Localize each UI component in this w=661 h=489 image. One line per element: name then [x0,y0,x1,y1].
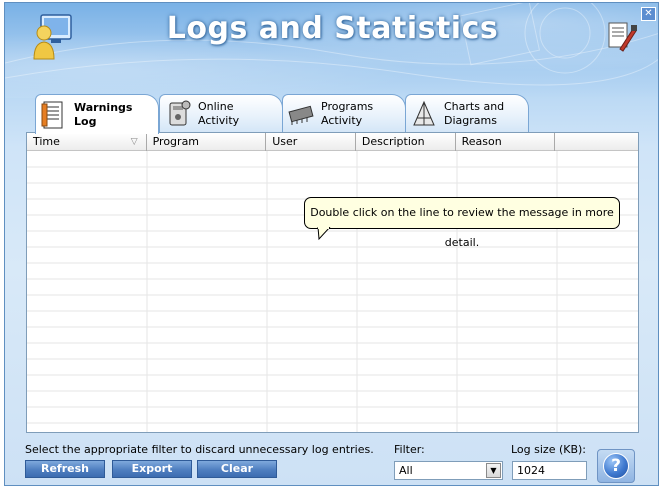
chevron-down-icon[interactable]: ▼ [486,463,501,478]
column-header-program[interactable]: Program [147,133,267,151]
logs-statistics-window: Logs and Statistics ✕ Warnings Log Onlin… [4,2,659,486]
tab-online-activity[interactable]: Online Activity [159,94,283,132]
warnings-log-icon [41,101,63,128]
tab-label: Warnings Log [74,100,133,128]
log-settings-icon [608,22,637,52]
export-button[interactable]: Export [112,460,192,478]
filter-hint-text: Select the appropriate filter to discard… [25,443,374,456]
help-icon: ? [603,453,629,479]
sort-indicator-icon: ▽ [130,137,138,147]
filter-label: Filter: [394,443,425,456]
hint-tooltip: Double click on the line to review the m… [304,197,620,249]
tab-warnings-log[interactable]: Warnings Log [35,94,159,134]
filter-value: All [399,464,413,477]
column-header-description[interactable]: Description [356,133,456,151]
log-size-input[interactable]: 1024 [512,461,587,480]
refresh-button[interactable]: Refresh [25,460,105,478]
tab-charts-diagrams[interactable]: Charts and Diagrams [405,94,529,132]
log-table[interactable]: Time ▽ Program User Description Reason [26,132,639,433]
window-title: Logs and Statistics [166,11,499,46]
programs-activity-icon [288,105,314,125]
column-header-reason[interactable]: Reason [456,133,556,151]
tab-programs-activity[interactable]: Programs Activity [282,94,406,132]
tab-label: Programs Activity [321,99,374,127]
charts-diagrams-icon [413,100,435,125]
log-size-label: Log size (KB): [511,443,587,456]
tooltip-pointer [317,227,331,241]
tab-label: Charts and Diagrams [444,99,505,127]
table-header: Time ▽ Program User Description Reason [27,133,638,151]
table-gridlines [27,151,638,432]
tab-label: Online Activity [198,99,240,127]
column-header-time[interactable]: Time ▽ [27,133,147,151]
clear-button[interactable]: Clear [197,460,277,478]
table-body[interactable] [27,151,638,432]
filter-dropdown[interactable]: All ▼ [394,461,503,480]
column-header-user[interactable]: User [266,133,356,151]
column-header-extra[interactable] [555,133,638,151]
close-button[interactable]: ✕ [641,7,656,21]
help-button[interactable]: ? [597,449,635,483]
online-activity-icon [169,100,191,125]
